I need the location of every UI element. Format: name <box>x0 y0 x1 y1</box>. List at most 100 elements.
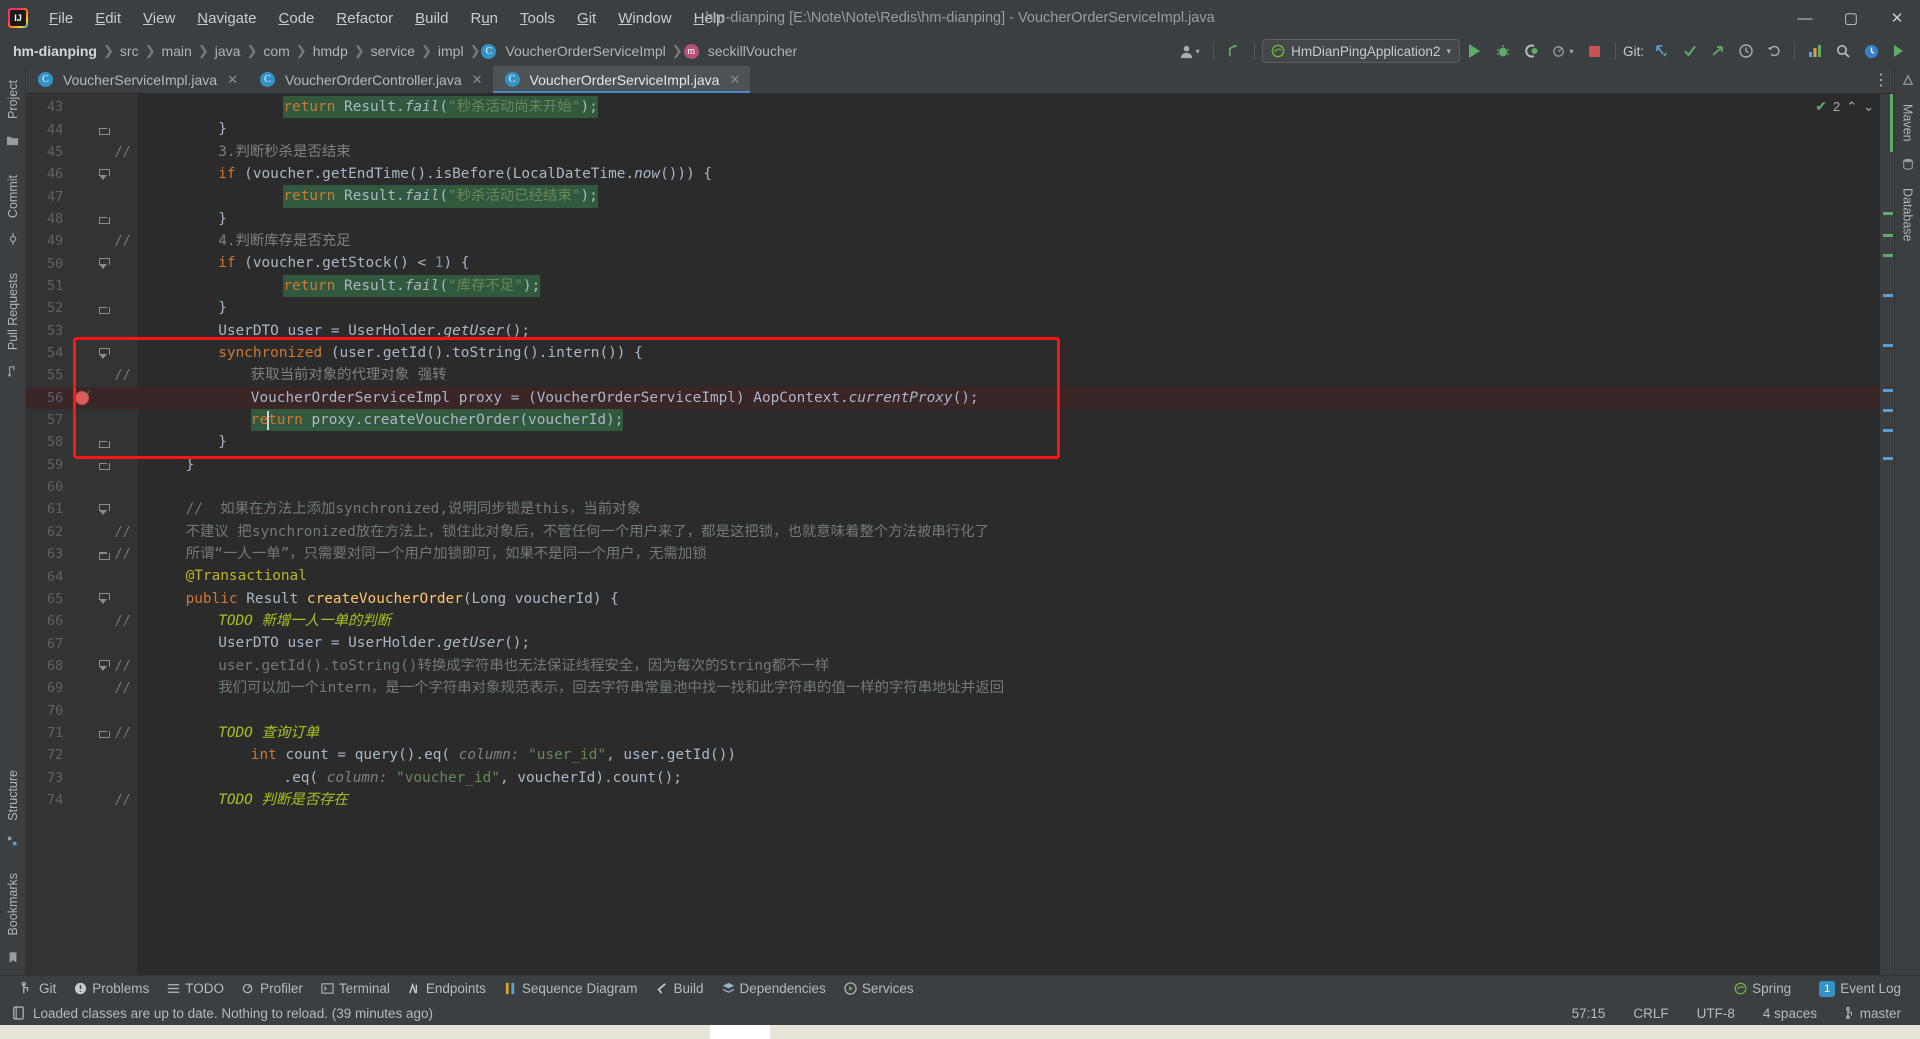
avatar-icon[interactable]: ▾ <box>1172 39 1206 63</box>
analysis-marker[interactable] <box>1883 409 1893 412</box>
git-pull-icon[interactable] <box>1649 39 1675 63</box>
breakpoint-column[interactable] <box>71 388 93 405</box>
analysis-scroll-marks[interactable] <box>1880 94 1894 975</box>
menu-refactor[interactable]: Refactor <box>325 6 404 31</box>
sidebar-item-structure[interactable]: Structure <box>6 762 20 829</box>
analysis-marker[interactable] <box>1883 389 1893 392</box>
gutter-row[interactable]: 64 <box>26 565 138 587</box>
gutter-row[interactable]: 58 <box>26 431 138 453</box>
code-line[interactable]: 3.判断秒杀是否结束 <box>218 141 350 163</box>
code-line[interactable]: } <box>218 297 227 319</box>
close-icon[interactable]: ✕ <box>729 72 740 88</box>
code-line[interactable]: 我们可以加一个intern，是一个字符串对象规范表示，回去字符串常量池中找一找和… <box>218 677 1004 699</box>
menu-view[interactable]: View <box>132 6 186 31</box>
code-line[interactable]: 不建议 把synchronized放在方法上，锁住此对象后，不管任何一个用户来了… <box>186 521 989 543</box>
gutter-row[interactable]: 73 <box>26 767 138 789</box>
gutter-row[interactable]: 71 // <box>26 722 138 744</box>
editor-gutter[interactable]: 43 44 45 // 46 47 48 49 // 50 51 52 53 54 55 // 56 57 58 59… <box>26 94 138 975</box>
code-line[interactable]: .eq( column: "voucher_id", voucherId).co… <box>283 767 682 789</box>
breakpoint-icon[interactable] <box>75 388 91 405</box>
tab-voucher-order-controller[interactable]: C VoucherOrderController.java ✕ <box>247 66 493 93</box>
code-line[interactable]: 获取当前对象的代理对象 强转 <box>251 364 447 386</box>
tab-overflow-menu-icon[interactable]: ⋮ <box>1868 66 1894 93</box>
breadcrumb-item-hm-dianping[interactable]: hm-dianping <box>8 41 102 61</box>
code-line[interactable]: public Result createVoucherOrder(Long vo… <box>186 588 619 610</box>
code-folding-column[interactable] <box>93 213 115 225</box>
fold-open-icon[interactable] <box>98 258 110 269</box>
analysis-marker[interactable] <box>1883 234 1893 237</box>
close-icon[interactable]: ✕ <box>227 72 238 88</box>
git-push-icon[interactable] <box>1705 39 1731 63</box>
gutter-row[interactable]: 53 <box>26 320 138 342</box>
code-line[interactable]: // 如果在方法上添加synchronized,说明同步锁是this，当前对象 <box>186 498 641 520</box>
chevron-up-icon[interactable]: ⌃ <box>1846 99 1857 115</box>
line-separator[interactable]: CRLF <box>1628 1004 1673 1023</box>
bottom-tool-build[interactable]: Build <box>646 979 712 998</box>
fold-open-icon[interactable] <box>98 660 110 671</box>
gutter-row[interactable]: 46 <box>26 163 138 185</box>
menu-code[interactable]: Code <box>268 6 326 31</box>
gutter-row[interactable]: 44 <box>26 118 138 140</box>
sidebar-item-bookmarks[interactable]: Bookmarks <box>6 865 20 944</box>
bottom-tool-git[interactable]: Git <box>12 979 65 998</box>
code-folding-column[interactable] <box>93 503 115 515</box>
code-line[interactable]: UserDTO user = UserHolder.getUser(); <box>218 320 530 342</box>
bottom-tool-profiler[interactable]: Profiler <box>233 979 312 998</box>
gutter-row[interactable]: 61 <box>26 498 138 520</box>
bottom-tool-services[interactable]: Services <box>835 979 923 998</box>
fold-close-icon[interactable] <box>98 727 110 739</box>
git-commit-icon[interactable] <box>1677 39 1703 63</box>
code-line[interactable]: TODO 查询订单 <box>218 722 319 744</box>
menu-edit[interactable]: Edit <box>84 6 132 31</box>
close-button[interactable]: ✕ <box>1874 0 1920 36</box>
gutter-row[interactable]: 60 <box>26 476 138 498</box>
code-line[interactable]: return proxy.createVoucherOrder(voucherI… <box>250 408 624 432</box>
commit-icon[interactable] <box>7 232 19 248</box>
gutter-row[interactable]: 65 <box>26 588 138 610</box>
maven-icon[interactable] <box>1902 74 1914 89</box>
fold-open-icon[interactable] <box>98 347 110 359</box>
git-update-icon[interactable] <box>1221 39 1247 63</box>
gutter-row[interactable]: 48 <box>26 208 138 230</box>
caret-position[interactable]: 57:15 <box>1567 1004 1611 1023</box>
tab-voucher-order-service-impl[interactable]: C VoucherOrderServiceImpl.java ✕ <box>492 66 751 93</box>
code-folding-column[interactable] <box>93 303 115 314</box>
gutter-row[interactable]: 45 // <box>26 141 138 163</box>
history-icon[interactable] <box>1733 39 1759 63</box>
gutter-row[interactable]: 68 // <box>26 655 138 677</box>
structure-icon[interactable] <box>7 835 19 850</box>
gutter-row[interactable]: 63 // <box>26 543 138 565</box>
code-editor[interactable]: 43 44 45 // 46 47 48 49 // 50 51 52 53 54 55 // 56 57 58 59… <box>26 94 1894 975</box>
profile-button[interactable]: ▾ <box>1546 39 1580 63</box>
code-line[interactable]: } <box>218 118 227 140</box>
menu-help[interactable]: Help <box>683 6 736 31</box>
fold-open-icon[interactable] <box>98 168 110 180</box>
gutter-row[interactable]: 55 // <box>26 364 138 386</box>
fold-close-icon[interactable] <box>98 459 110 471</box>
bottom-tool-todo[interactable]: TODO <box>158 979 233 998</box>
code-folding-column[interactable] <box>93 347 115 359</box>
code-line[interactable]: return Result.fail("秒杀活动已经结束"); <box>283 185 598 208</box>
code-line[interactable]: VoucherOrderServiceImpl proxy = (Voucher… <box>251 387 979 409</box>
gutter-row[interactable]: 49 // <box>26 230 138 252</box>
analysis-marker[interactable] <box>1890 94 1893 152</box>
bottom-tool-problems[interactable]: Problems <box>65 979 158 998</box>
fold-close-icon[interactable] <box>98 549 110 560</box>
gutter-row[interactable]: 54 <box>26 342 138 364</box>
gutter-row[interactable]: 66 // <box>26 610 138 632</box>
menu-file[interactable]: File <box>38 6 84 31</box>
code-line[interactable]: TODO 判断是否存在 <box>218 789 348 811</box>
sidebar-item-project[interactable]: Project <box>6 72 20 127</box>
code-line[interactable]: TODO 新增一人一单的判断 <box>218 610 391 632</box>
gutter-row[interactable]: 59 <box>26 454 138 476</box>
breadcrumb-item-src[interactable]: src <box>115 41 144 61</box>
gutter-row[interactable]: 69 // <box>26 677 138 699</box>
fold-close-icon[interactable] <box>98 124 110 136</box>
code-line[interactable]: return Result.fail("库存不足"); <box>283 274 541 298</box>
code-line[interactable]: if (voucher.getEndTime().isBefore(LocalD… <box>218 163 712 185</box>
sidebar-item-maven[interactable]: Maven <box>1901 96 1915 150</box>
inspection-widget[interactable]: ✔ 2 ⌃ ⌄ <box>1815 98 1874 115</box>
maximize-button[interactable]: ▢ <box>1828 0 1874 36</box>
bottom-tool-dependencies[interactable]: Dependencies <box>713 979 835 998</box>
gutter-row[interactable]: 57 <box>26 409 138 431</box>
